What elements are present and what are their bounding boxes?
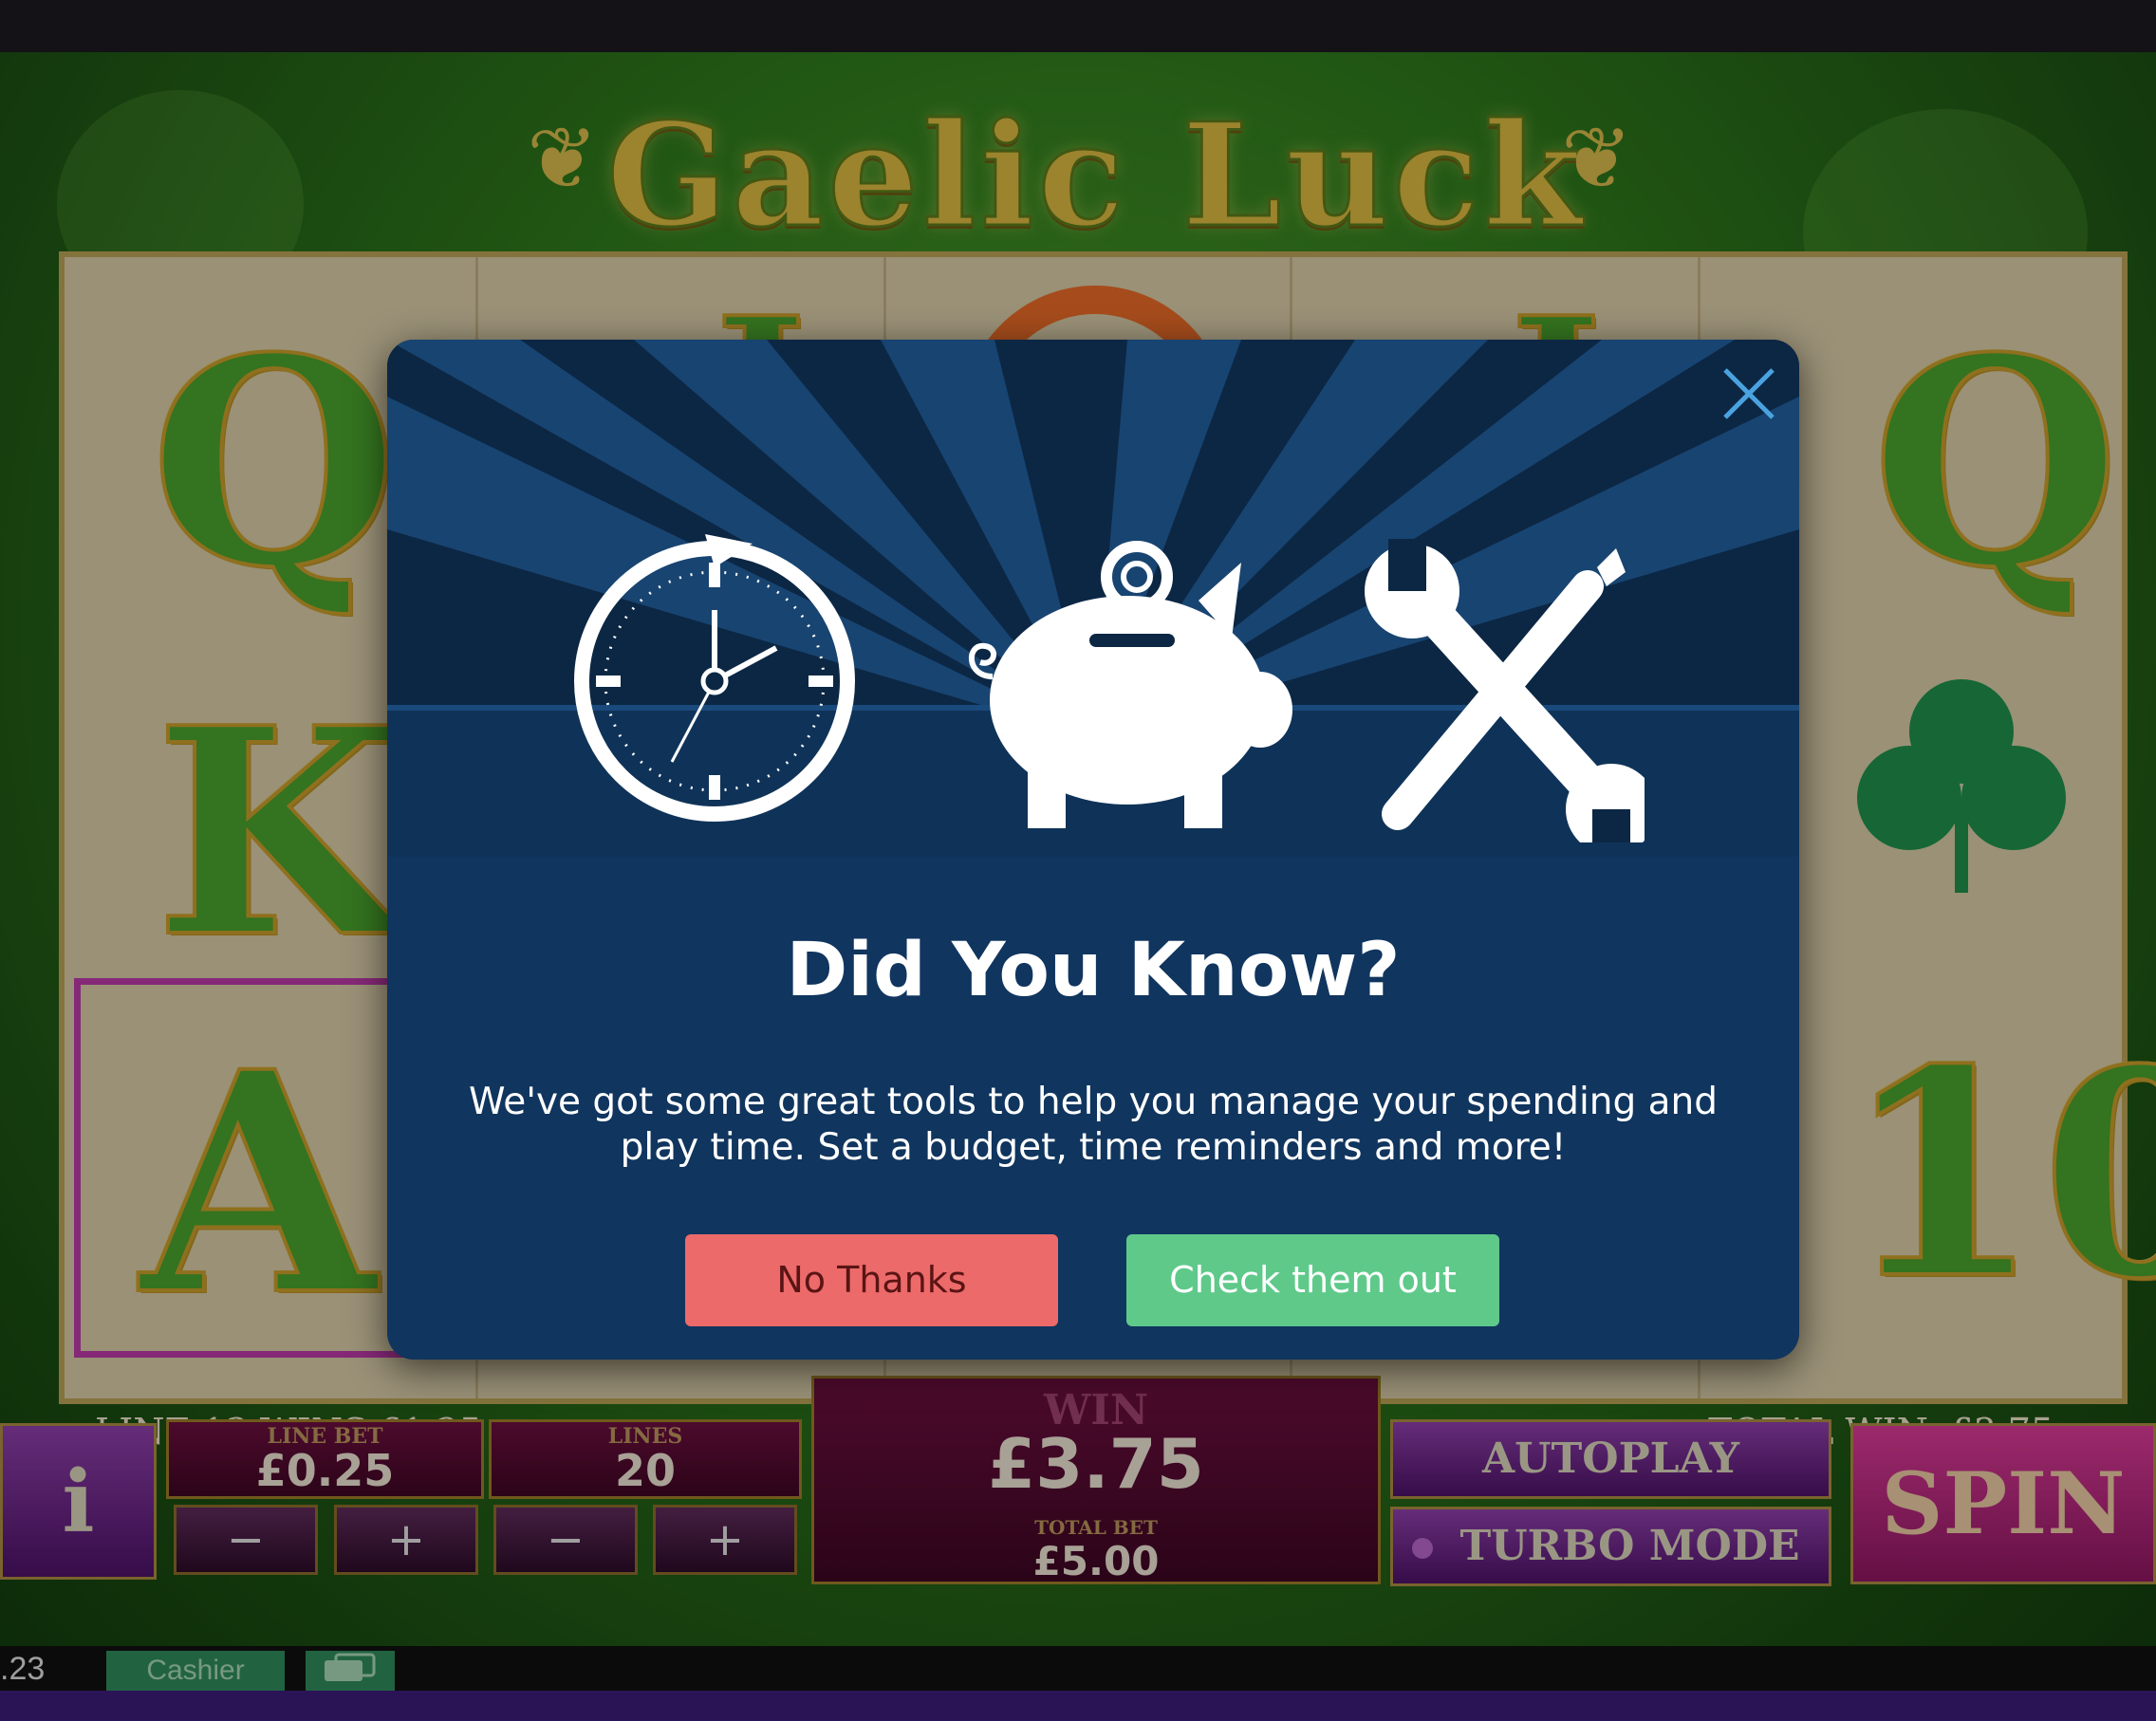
close-icon [1723, 368, 1775, 419]
clock-icon [574, 534, 855, 822]
modal-hero [387, 340, 1799, 857]
check-them-out-button[interactable]: Check them out [1126, 1234, 1499, 1326]
close-button[interactable] [1716, 361, 1782, 427]
piggy-bank-icon [969, 541, 1292, 828]
modal-title: Did You Know? [786, 928, 1401, 1013]
no-thanks-button[interactable]: No Thanks [685, 1234, 1058, 1326]
did-you-know-modal: Did You Know? We've got some great tools… [387, 340, 1799, 1360]
modal-body-text: We've got some great tools to help you m… [468, 1081, 1719, 1169]
top-bar [0, 0, 2156, 52]
bottom-bar [0, 1691, 2156, 1721]
tools-icon [1365, 539, 1645, 842]
